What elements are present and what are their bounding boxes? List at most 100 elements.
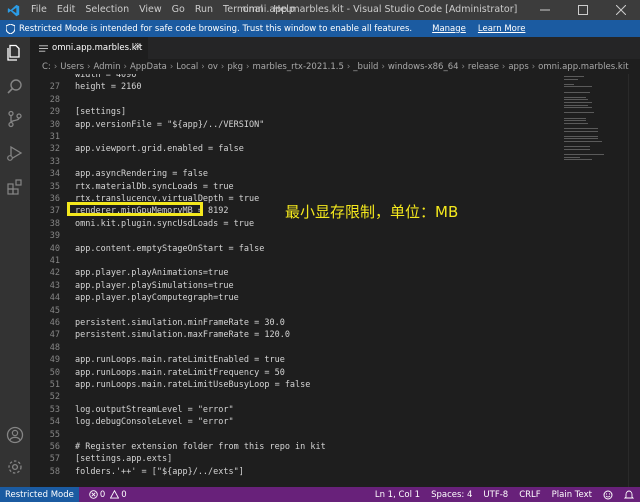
- search-icon[interactable]: [5, 77, 25, 97]
- code-line[interactable]: 28: [30, 94, 560, 106]
- line-number: 31: [49, 132, 60, 142]
- problems-status[interactable]: 0 0: [89, 490, 127, 500]
- extensions-icon[interactable]: [5, 177, 25, 197]
- notifications-icon[interactable]: [624, 490, 634, 500]
- code-line[interactable]: width = 4096: [30, 74, 560, 81]
- code-line[interactable]: 58 folders.'++' = ["${app}/../exts"]: [30, 466, 560, 478]
- code-line[interactable]: 40 app.content.emptyStageOnStart = false: [30, 243, 560, 255]
- indentation-status[interactable]: Spaces: 4: [431, 490, 472, 500]
- menu-selection[interactable]: Selection: [80, 0, 134, 20]
- menu-view[interactable]: View: [134, 0, 167, 20]
- code-line[interactable]: 57 [settings.app.exts]: [30, 453, 560, 465]
- code-text: folders.'++' = ["${app}/../exts"]: [75, 466, 244, 477]
- language-mode[interactable]: Plain Text: [552, 490, 592, 500]
- code-line[interactable]: 46 persistent.simulation.minFrameRate = 3…: [30, 317, 560, 329]
- close-icon[interactable]: ×: [134, 41, 142, 52]
- close-button[interactable]: [602, 0, 640, 20]
- chevron-right-icon: ›: [246, 61, 250, 72]
- code-line[interactable]: 48: [30, 342, 560, 354]
- explorer-icon[interactable]: [5, 43, 25, 63]
- breadcrumb-item[interactable]: apps: [508, 62, 528, 72]
- eol-status[interactable]: CRLF: [519, 490, 540, 500]
- code-text: log.debugConsoleLevel = "error": [75, 417, 234, 428]
- minimap-line: [564, 83, 574, 85]
- code-line[interactable]: 27 height = 2160: [30, 81, 560, 93]
- code-editor[interactable]: 58 folders.'++' = ["${app}/../exts"] 57 [se…: [30, 74, 560, 487]
- code-line[interactable]: 50 app.runLoops.main.rateLimitFrequency =…: [30, 367, 560, 379]
- maximize-button[interactable]: [564, 0, 602, 20]
- code-line[interactable]: 53 log.outputStreamLevel = "error": [30, 404, 560, 416]
- minimap-line: [564, 146, 590, 148]
- breadcrumb-item[interactable]: AppData: [130, 62, 167, 72]
- menu-terminal[interactable]: Terminal: [218, 0, 268, 20]
- cursor-position[interactable]: Ln 1, Col 1: [375, 490, 420, 500]
- code-line[interactable]: 44 app.player.playComputegraph=true: [30, 292, 560, 304]
- code-line[interactable]: 42 app.player.playAnimations=true: [30, 267, 560, 279]
- code-line[interactable]: 47 persistent.simulation.maxFrameRate = 1…: [30, 329, 560, 341]
- line-number: 38: [49, 218, 60, 229]
- source-control-icon[interactable]: [5, 109, 25, 129]
- breadcrumb-item[interactable]: C:: [42, 62, 51, 72]
- code-line[interactable]: 49 app.runLoops.main.rateLimitEnabled = t…: [30, 354, 560, 366]
- breadcrumb-item[interactable]: Users: [60, 62, 84, 72]
- code-line[interactable]: 33: [30, 156, 560, 168]
- breadcrumb-item[interactable]: marbles_rtx-2021.1.5: [252, 62, 343, 72]
- breadcrumb-item[interactable]: omni.app.marbles.kit: [538, 62, 628, 72]
- code-line[interactable]: 52: [30, 391, 560, 403]
- menu-edit[interactable]: Edit: [52, 0, 80, 20]
- line-number: 56: [49, 442, 60, 452]
- breadcrumb-item[interactable]: Local: [176, 62, 198, 72]
- code-text: # Register extension folder from this re…: [75, 442, 326, 452]
- breadcrumb-item[interactable]: release: [468, 62, 499, 72]
- code-line[interactable]: 30 app.versionFile = "${app}/../VERSION": [30, 119, 560, 131]
- code-text: persistent.simulation.maxFrameRate = 120…: [75, 330, 290, 341]
- breadcrumb-item[interactable]: _build: [353, 62, 378, 72]
- code-text: width = 4096: [75, 74, 137, 80]
- line-number: 27: [49, 82, 60, 93]
- code-line[interactable]: 54 log.debugConsoleLevel = "error": [30, 416, 560, 428]
- code-line[interactable]: 32 app.viewport.grid.enabled = false: [30, 143, 560, 155]
- minimize-button[interactable]: [526, 0, 564, 20]
- restricted-mode-status[interactable]: Restricted Mode: [0, 487, 79, 502]
- learn-more-link[interactable]: Learn More: [478, 24, 526, 34]
- line-number: 36: [49, 194, 60, 204]
- code-line[interactable]: 56 # Register extension folder from this …: [30, 441, 560, 453]
- breadcrumb-item[interactable]: pkg: [227, 62, 243, 72]
- line-number: 42: [49, 268, 60, 279]
- line-number: 49: [49, 355, 60, 366]
- run-debug-icon[interactable]: [5, 143, 25, 163]
- menu-run[interactable]: Run: [190, 0, 218, 20]
- vertical-scrollbar[interactable]: [628, 74, 640, 487]
- line-number: 30: [49, 119, 60, 130]
- code-line[interactable]: 45: [30, 305, 560, 317]
- error-icon: [89, 490, 98, 499]
- menu-bar: File Edit Selection View Go Run Terminal Help: [26, 0, 300, 20]
- breadcrumb-item[interactable]: Admin: [93, 62, 120, 72]
- code-line[interactable]: 35 rtx.materialDb.syncLoads = true: [30, 181, 560, 193]
- breadcrumb-item[interactable]: ov: [208, 62, 218, 72]
- minimap-line: [564, 76, 584, 77]
- code-line[interactable]: 31: [30, 131, 560, 143]
- menu-go[interactable]: Go: [167, 0, 190, 20]
- code-line[interactable]: 34 app.asyncRendering = false: [30, 168, 560, 180]
- code-text: app.runLoops.main.rateLimitFrequency = 5…: [75, 367, 285, 378]
- minimap[interactable]: [560, 74, 628, 174]
- code-line[interactable]: 43 app.player.playSimulations=true: [30, 280, 560, 292]
- gear-icon[interactable]: [5, 457, 25, 477]
- minimap-line: [564, 102, 592, 103]
- minimap-line: [564, 122, 588, 124]
- menu-help[interactable]: Help: [268, 0, 300, 20]
- tab-omni-app-marbles-kit[interactable]: omni.app.marbles.kit ×: [30, 37, 148, 59]
- code-line[interactable]: 55: [30, 429, 560, 441]
- code-line[interactable]: 39: [30, 230, 560, 242]
- code-line[interactable]: 41: [30, 255, 560, 267]
- breadcrumb-item[interactable]: windows-x86_64: [388, 62, 459, 72]
- code-line[interactable]: 29 [settings]: [30, 106, 560, 118]
- encoding-status[interactable]: UTF-8: [483, 490, 508, 500]
- code-line[interactable]: 51 app.runLoops.main.rateLimitUseBusyLoop…: [30, 379, 560, 391]
- manage-link[interactable]: Manage: [432, 24, 466, 34]
- account-icon[interactable]: [5, 425, 25, 445]
- menu-file[interactable]: File: [26, 0, 52, 20]
- line-number: 33: [49, 156, 60, 167]
- feedback-icon[interactable]: [603, 490, 613, 500]
